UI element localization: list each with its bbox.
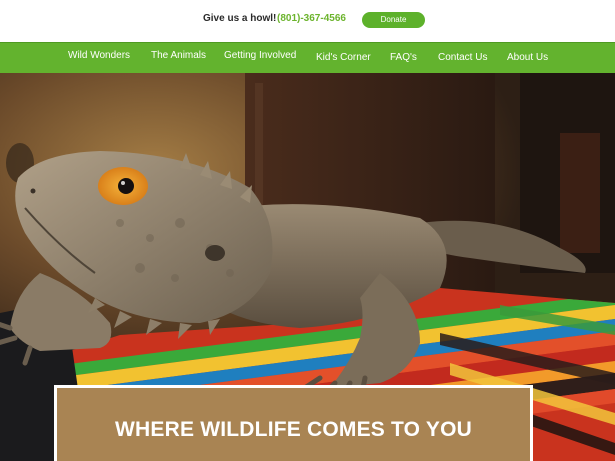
nav-item-the-animals[interactable]: The Animals xyxy=(151,50,206,61)
hero-title: WHERE WILDLIFE COMES TO YOU xyxy=(115,418,472,441)
top-bar: Give us a howl! (801)-367-4566 Donate xyxy=(0,0,615,42)
page: Give us a howl! (801)-367-4566 Donate Wi… xyxy=(0,0,615,461)
nav-item-wild-wonders[interactable]: Wild Wonders xyxy=(68,50,130,61)
hero-image: WHERE WILDLIFE COMES TO YOU xyxy=(0,73,615,461)
nav-item-faqs[interactable]: FAQ's xyxy=(390,52,417,63)
main-nav: Wild Wonders The Animals Getting Involve… xyxy=(0,42,615,73)
nav-item-kids-corner[interactable]: Kid's Corner xyxy=(316,52,371,63)
tagline: Give us a howl! xyxy=(203,13,277,24)
phone-link[interactable]: (801)-367-4566 xyxy=(277,13,346,24)
nav-item-contact-us[interactable]: Contact Us xyxy=(438,52,487,63)
hero-banner: WHERE WILDLIFE COMES TO YOU xyxy=(54,385,533,461)
nav-item-about-us[interactable]: About Us xyxy=(507,52,548,63)
nav-item-getting-involved[interactable]: Getting Involved xyxy=(224,50,296,61)
donate-button[interactable]: Donate xyxy=(362,12,425,28)
